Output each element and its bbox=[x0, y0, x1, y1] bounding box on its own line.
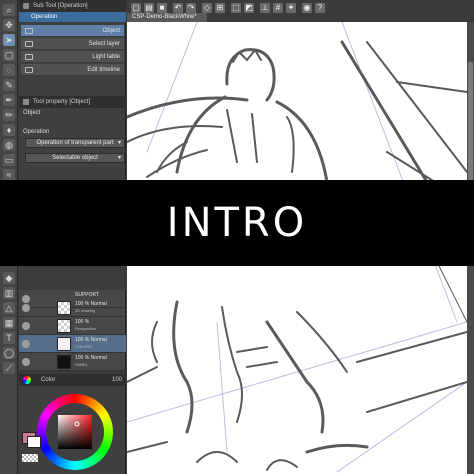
tool-property-tab[interactable]: Tool property [Object] bbox=[19, 96, 126, 108]
snap-grid-icon[interactable]: # bbox=[273, 3, 283, 13]
figure-tool-icon[interactable]: △ bbox=[3, 302, 15, 314]
layer-thumbnail bbox=[57, 319, 71, 333]
layer-panel-header bbox=[19, 266, 126, 290]
tool-property-tab-label: Tool property [Object] bbox=[33, 99, 91, 105]
deselect-icon[interactable]: ⬚ bbox=[231, 3, 241, 13]
chevron-down-icon: ▾ bbox=[117, 140, 121, 146]
chevron-down-icon: ▾ bbox=[117, 155, 121, 161]
eraser-tool-icon[interactable]: ▭ bbox=[3, 154, 15, 166]
layer-row[interactable]: 100 % Perspective bbox=[19, 317, 126, 335]
scrollbar-thumb[interactable] bbox=[468, 62, 473, 182]
layer-name: Perspective bbox=[75, 326, 96, 331]
sub-tool-light-table[interactable]: Light table bbox=[21, 51, 124, 63]
sub-tool-tab-label: Sub Tool [Operation] bbox=[33, 3, 88, 9]
lasso-tool-icon[interactable]: ◌ bbox=[3, 64, 15, 76]
layer-name: 3D drawing bbox=[75, 308, 96, 313]
sub-tool-label: Light table bbox=[92, 54, 120, 60]
visibility-eye-icon[interactable] bbox=[22, 340, 30, 348]
layer-blend: 100 % Normal bbox=[75, 301, 107, 307]
invert-icon[interactable]: ◩ bbox=[244, 3, 254, 13]
layer-select-icon bbox=[25, 41, 33, 47]
layer-thumbnail bbox=[57, 355, 71, 369]
transform-icon[interactable]: ⊞ bbox=[215, 3, 225, 13]
color-tab[interactable]: Color 100 bbox=[19, 374, 126, 386]
canvas-command-bar: ▢ ▤ ■ ↶ ↷ ◇ ⊞ ⬚ ◩ ⟂ # ✦ ◉ ? CSP-Demo-Bla… bbox=[127, 0, 474, 22]
document-tab[interactable]: CSP-Demo-BlackWhite* bbox=[127, 13, 207, 22]
operation-label: Operation bbox=[23, 129, 50, 135]
open-icon[interactable]: ▤ bbox=[144, 3, 154, 13]
sub-tool-label: Select layer bbox=[88, 41, 120, 47]
sub-tool-edit-timeline[interactable]: Edit timeline bbox=[21, 64, 124, 76]
sub-tool-panel: Sub Tool [Operation] Operation Object Se… bbox=[19, 0, 126, 95]
sub-tool-tab[interactable]: Sub Tool [Operation] bbox=[19, 0, 126, 12]
eyedropper-tool-icon[interactable]: ✎ bbox=[3, 79, 15, 91]
sub-tool-label: Edit timeline bbox=[87, 67, 120, 73]
snap-ruler-icon[interactable]: ⟂ bbox=[260, 3, 270, 13]
zoom-tool-icon[interactable]: ⌕ bbox=[3, 4, 15, 16]
brush-tool-icon[interactable]: ♦ bbox=[3, 124, 15, 136]
clear-icon[interactable]: ◇ bbox=[202, 3, 212, 13]
layer-row[interactable]: 100 % Normal PANEL bbox=[19, 353, 126, 371]
pencil-tool-icon[interactable]: ✏ bbox=[3, 109, 15, 121]
banner-title: INTRO bbox=[166, 200, 308, 246]
operation-transparent-select[interactable]: Operation of transparent part ▾ bbox=[25, 138, 125, 148]
save-icon[interactable]: ■ bbox=[157, 3, 167, 13]
layer-panel: SUPPORT 100 % Normal 3D drawing 100 % Pe… bbox=[19, 266, 126, 371]
redo-icon[interactable]: ↷ bbox=[186, 3, 196, 13]
balloon-tool-icon[interactable]: ◯ bbox=[3, 347, 15, 359]
sub-color-swatch[interactable] bbox=[27, 436, 41, 448]
undo-icon[interactable]: ↶ bbox=[173, 3, 183, 13]
color-wheel-panel: Color 100 bbox=[19, 374, 126, 474]
object-icon bbox=[25, 28, 33, 34]
operation-tool-icon[interactable]: ➤ bbox=[3, 34, 15, 46]
layer-row[interactable]: 100 % Normal 3D drawing bbox=[19, 299, 126, 317]
sub-tool-label: Object bbox=[102, 28, 120, 34]
sub-tool-select-layer[interactable]: Select layer bbox=[21, 38, 124, 50]
zoom-readout: 100 bbox=[111, 377, 122, 383]
panel-menu-icon[interactable] bbox=[23, 99, 29, 105]
layer-name: COLORS bbox=[75, 344, 92, 349]
selection-tool-icon[interactable]: ▢ bbox=[3, 49, 15, 61]
light-table-icon bbox=[25, 54, 33, 60]
new-file-icon[interactable]: ▢ bbox=[131, 3, 141, 13]
layer-blend: 100 % bbox=[75, 319, 90, 325]
visibility-eye-icon[interactable] bbox=[22, 304, 30, 312]
color-tab-label: Color bbox=[41, 377, 56, 383]
fill-tool-icon[interactable]: ◆ bbox=[3, 272, 15, 284]
tool-property-title: Object bbox=[23, 110, 41, 116]
timeline-icon bbox=[25, 67, 33, 73]
color-wheel-icon bbox=[23, 376, 31, 384]
help-icon[interactable]: ? bbox=[315, 3, 325, 13]
layer-thumbnail bbox=[57, 337, 71, 351]
ruler-tool-icon[interactable]: ⟋ bbox=[3, 362, 15, 374]
layer-row-selected[interactable]: 100 % Normal COLORS bbox=[19, 335, 126, 353]
intro-banner: INTRO bbox=[0, 180, 474, 266]
layer-blend: 100 % Normal bbox=[75, 337, 107, 343]
move-tool-icon[interactable]: ✥ bbox=[3, 19, 15, 31]
airbrush-tool-icon[interactable]: ◍ bbox=[3, 139, 15, 151]
sub-tool-object[interactable]: Object bbox=[21, 25, 124, 37]
layer-thumbnail bbox=[57, 301, 71, 315]
gradient-tool-icon[interactable]: ▥ bbox=[3, 287, 15, 299]
snap-point-icon[interactable]: ✦ bbox=[286, 3, 296, 13]
panel-menu-icon[interactable] bbox=[23, 3, 29, 9]
frame-tool-icon[interactable]: ▦ bbox=[3, 317, 15, 329]
pen-tool-icon[interactable]: ✒ bbox=[3, 94, 15, 106]
clip-studio-icon[interactable]: ◉ bbox=[302, 3, 312, 13]
operation-transparent-value: Operation of transparent part bbox=[36, 140, 114, 146]
visibility-eye-icon[interactable] bbox=[22, 322, 30, 330]
visibility-eye-icon[interactable] bbox=[22, 358, 30, 366]
layer-name: SUPPORT bbox=[75, 292, 100, 298]
layer-name: PANEL bbox=[75, 362, 88, 367]
selectable-object-value: Selectable object bbox=[52, 155, 98, 161]
text-tool-icon[interactable]: T bbox=[3, 332, 15, 344]
layer-blend: 100 % Normal bbox=[75, 355, 107, 361]
selectable-object-select[interactable]: Selectable object ▾ bbox=[25, 153, 125, 163]
color-wheel[interactable] bbox=[37, 394, 113, 470]
transparent-color-swatch[interactable] bbox=[22, 454, 38, 462]
tool-property-panel: Tool property [Object] Object Operation … bbox=[19, 96, 126, 180]
sub-tool-group-title[interactable]: Operation bbox=[19, 12, 126, 22]
